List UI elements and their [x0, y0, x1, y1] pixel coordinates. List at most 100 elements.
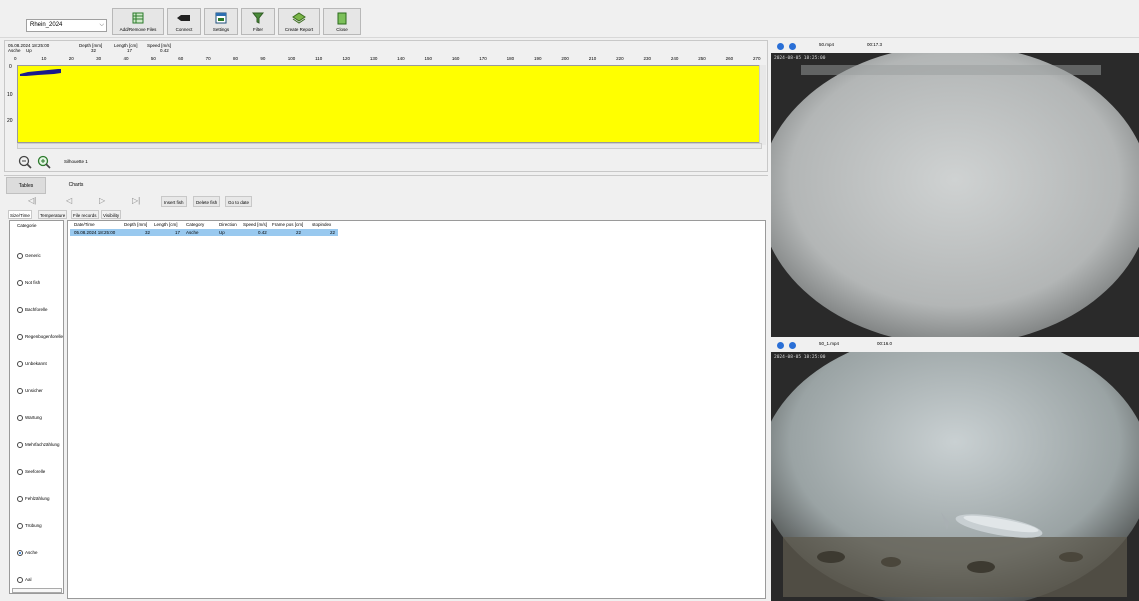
column-header[interactable]: Category	[186, 222, 204, 228]
plot-horizontal-scrollbar[interactable]	[17, 143, 762, 149]
radio-icon[interactable]	[17, 360, 23, 367]
category-option[interactable]: Asche	[17, 549, 38, 556]
radio-icon[interactable]	[17, 522, 23, 529]
data-table	[67, 220, 766, 599]
radio-icon[interactable]	[17, 414, 23, 421]
project-select[interactable]: Rhein_2024 ⌵	[26, 19, 107, 32]
next-record-icon[interactable]: ▷	[99, 196, 105, 206]
previous-record-icon[interactable]: ◁	[66, 196, 72, 206]
stop-icon[interactable]	[789, 43, 796, 50]
radio-icon[interactable]	[17, 549, 23, 556]
silhouette-shape	[20, 69, 61, 76]
table-cell: 22	[296, 230, 302, 235]
category-option[interactable]: Not fish	[17, 279, 40, 286]
ruler-tick: 110	[315, 56, 323, 61]
tab-temperature[interactable]: Temperature	[38, 210, 68, 219]
column-header[interactable]: Direction	[219, 222, 237, 228]
table-cell: 05.08.2024 18:25:00	[74, 230, 116, 235]
stop-icon[interactable]	[789, 342, 796, 349]
filter-button[interactable]: Filter	[241, 8, 275, 35]
delete-fish-button[interactable]: Delete fish	[193, 196, 221, 207]
category-option[interactable]: Wartung	[17, 414, 42, 421]
plot-vertical-scrollbar[interactable]	[759, 65, 766, 145]
column-header[interactable]: Date/Time	[74, 222, 95, 228]
first-record-icon[interactable]: ◁|	[28, 196, 36, 206]
ruler-tick: 40	[123, 56, 129, 61]
add-remove-files-button[interactable]: Add/Remove Files	[112, 8, 164, 35]
radio-icon[interactable]	[17, 468, 23, 475]
radio-icon[interactable]	[17, 252, 23, 259]
video-header: 50_1.mp4 00:16.0	[771, 339, 1139, 352]
camera-frame-bottom	[771, 352, 1139, 601]
camera-frame-top	[771, 53, 1139, 337]
tab-file-records[interactable]: File records	[71, 210, 99, 219]
category-option[interactable]: Bachforelle	[17, 306, 48, 313]
film-icon	[132, 12, 144, 26]
play-icon[interactable]	[777, 342, 784, 349]
ruler-tick: 200	[561, 56, 569, 61]
close-button[interactable]: Close	[323, 8, 361, 35]
video-file: 50.mp4	[819, 42, 835, 47]
column-header[interactable]: Depth [mm]	[124, 222, 147, 228]
category-option[interactable]: Generic	[17, 252, 41, 259]
tab-charts[interactable]: Charts	[56, 177, 96, 194]
video-timestamp: 2024-08-05 18:25:00	[774, 355, 826, 360]
video-panel-bottom[interactable]: 50_1.mp4 00:16.0 2024-08-05 18:25:00	[771, 339, 1139, 601]
category-option[interactable]: Fehlzählung	[17, 495, 50, 502]
close-label: Close	[336, 27, 348, 32]
category-label: Unbekannt	[25, 361, 47, 366]
add-remove-files-label: Add/Remove Files	[119, 27, 157, 32]
radio-icon[interactable]	[17, 495, 23, 502]
radio-icon[interactable]	[17, 576, 23, 583]
navigation-row	[4, 195, 768, 208]
column-header[interactable]: Speed [m/s]	[243, 222, 267, 228]
column-header[interactable]: Frame pos [cm]	[272, 222, 303, 228]
radio-icon[interactable]	[17, 333, 23, 340]
radio-icon[interactable]	[17, 306, 23, 313]
y-tick: 10	[7, 92, 13, 98]
last-record-icon[interactable]: ▷|	[132, 196, 140, 206]
category-option[interactable]: Mehrfachzählung	[17, 441, 60, 448]
category-label: Asche	[25, 550, 38, 555]
category-option[interactable]: Unbekannt	[17, 360, 47, 367]
table-cell: 32	[145, 230, 151, 235]
ruler-tick: 80	[232, 56, 238, 61]
silhouette-species: Asche	[8, 48, 21, 53]
zoom-in-icon[interactable]	[37, 155, 51, 169]
play-icon[interactable]	[777, 43, 784, 50]
insert-fish-button[interactable]: Insert fish	[161, 196, 187, 207]
go-to-date-button[interactable]: Go to date	[225, 196, 253, 207]
settings-button[interactable]: Settings	[204, 8, 238, 35]
tab-tables[interactable]: Tables	[6, 177, 46, 194]
zoom-out-icon[interactable]	[18, 155, 32, 169]
video-file: 50_1.mp4	[819, 341, 840, 346]
category-option[interactable]: Trübung	[17, 522, 42, 529]
video-panel-top[interactable]: 50.mp4 00:17.3 2024-08-05 18:25:00	[771, 40, 1139, 337]
project-select-value: Rhein_2024	[30, 22, 63, 28]
radio-icon[interactable]	[17, 441, 23, 448]
depth-value: 32	[91, 48, 97, 53]
connect-button[interactable]: Connect	[167, 8, 201, 35]
tab-size-time[interactable]: Size/Time	[8, 210, 32, 219]
radio-icon[interactable]	[17, 387, 23, 394]
table-cell: 17	[175, 230, 181, 235]
ruler-tick: 220	[616, 56, 624, 61]
column-header[interactable]: stopindex	[312, 222, 331, 228]
table-cell: Asche	[186, 230, 199, 235]
chevron-down-icon[interactable]: ⌵	[99, 20, 104, 31]
category-option[interactable]: Regenbogenforelle	[17, 333, 63, 340]
category-option[interactable]: Unsicher	[17, 387, 43, 394]
category-option[interactable]: Seeforelle	[17, 468, 45, 475]
create-report-button[interactable]: Create Report	[278, 8, 320, 35]
tab-visibility[interactable]: Visibility	[101, 210, 122, 219]
silhouette-plot[interactable]	[17, 65, 762, 143]
column-header[interactable]: Length [cm]	[154, 222, 178, 228]
y-tick: 0	[9, 64, 12, 70]
radio-icon[interactable]	[17, 279, 23, 286]
ruler-tick: 160	[451, 56, 460, 61]
category-scrollbar[interactable]	[12, 588, 62, 593]
category-option[interactable]: Aal	[17, 576, 32, 583]
plug-icon	[177, 12, 191, 26]
ruler-tick: 250	[698, 56, 706, 61]
category-label: Trübung	[25, 523, 42, 528]
